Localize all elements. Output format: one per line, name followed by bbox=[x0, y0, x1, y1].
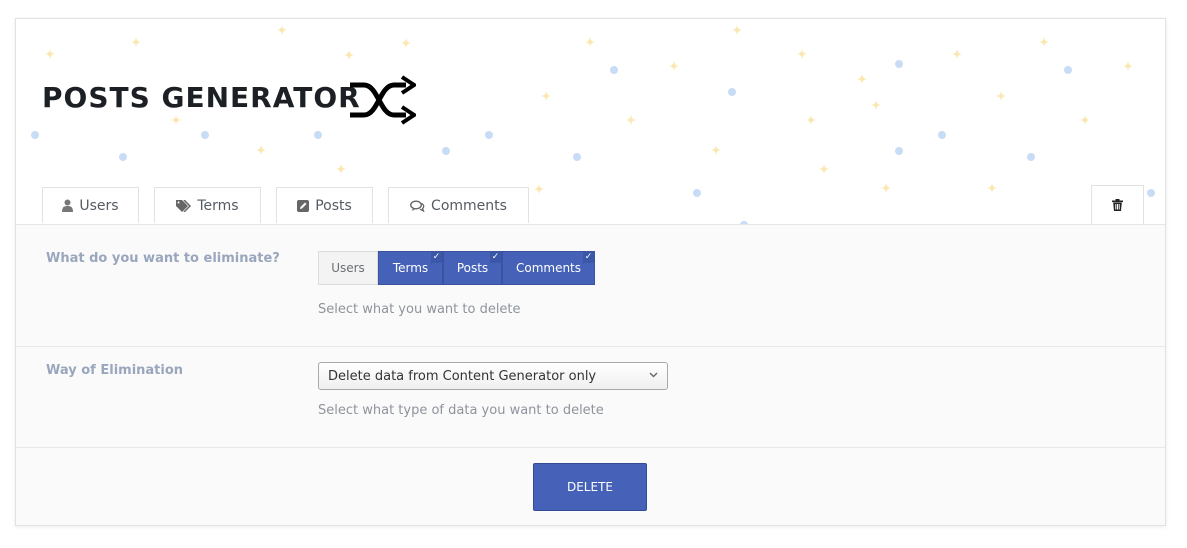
sparkle-decoration bbox=[400, 37, 412, 49]
sparkle-decoration bbox=[170, 114, 182, 126]
way-row: Way of Elimination Delete data from Cont… bbox=[16, 347, 1165, 448]
chevron-down-icon bbox=[649, 372, 658, 378]
tab-comments-label: Comments bbox=[431, 197, 507, 214]
sparkle-decoration bbox=[995, 90, 1007, 102]
check-icon: ✓ bbox=[490, 252, 501, 263]
trash-icon bbox=[1112, 199, 1123, 211]
dot-decoration bbox=[119, 153, 127, 161]
delete-button[interactable]: DELETE bbox=[533, 463, 647, 511]
dot-decoration bbox=[895, 60, 903, 68]
check-icon: ✓ bbox=[431, 252, 442, 263]
sparkle-decoration bbox=[276, 24, 288, 36]
shuffle-icon bbox=[350, 75, 416, 125]
option-comments-label: Comments bbox=[515, 261, 582, 275]
option-terms-label: Terms bbox=[392, 261, 429, 275]
tab-bar: Users Terms Posts Comments bbox=[16, 185, 1165, 225]
tab-terms-label: Terms bbox=[197, 197, 239, 214]
main-card: POSTS GENERATOR Users Terms Posts Commen… bbox=[15, 18, 1166, 526]
option-comments[interactable]: Comments ✓ bbox=[502, 251, 595, 285]
dot-decoration bbox=[573, 153, 581, 161]
tab-delete[interactable] bbox=[1091, 185, 1144, 224]
page-title: POSTS GENERATOR bbox=[42, 81, 361, 114]
sparkle-decoration bbox=[818, 163, 830, 175]
dot-decoration bbox=[314, 131, 322, 139]
delete-button-label: DELETE bbox=[566, 480, 613, 494]
sparkle-decoration bbox=[668, 60, 680, 72]
option-terms[interactable]: Terms ✓ bbox=[378, 251, 443, 285]
dot-decoration bbox=[938, 131, 946, 139]
sparkle-decoration bbox=[540, 90, 552, 102]
tags-icon bbox=[176, 199, 192, 212]
sparkle-decoration bbox=[951, 48, 963, 60]
check-icon: ✓ bbox=[583, 252, 594, 263]
option-users[interactable]: Users bbox=[318, 251, 378, 285]
option-posts-label: Posts bbox=[456, 261, 489, 275]
dot-decoration bbox=[1027, 153, 1035, 161]
sparkle-decoration bbox=[130, 36, 142, 48]
dot-decoration bbox=[895, 147, 903, 155]
sparkle-decoration bbox=[731, 24, 743, 36]
dot-decoration bbox=[442, 147, 450, 155]
sparkle-decoration bbox=[805, 114, 817, 126]
tab-posts-label: Posts bbox=[315, 197, 352, 214]
sparkle-decoration bbox=[44, 48, 56, 60]
sparkle-decoration bbox=[796, 48, 808, 60]
way-select[interactable]: Delete data from Content Generator only bbox=[318, 362, 668, 390]
sparkle-decoration bbox=[255, 144, 267, 156]
eliminate-label: What do you want to eliminate? bbox=[46, 251, 280, 266]
edit-icon bbox=[297, 199, 310, 212]
sparkle-decoration bbox=[856, 73, 868, 85]
sparkle-decoration bbox=[710, 144, 722, 156]
sparkle-decoration bbox=[1079, 114, 1091, 126]
way-select-value: Delete data from Content Generator only bbox=[328, 368, 597, 384]
eliminate-selector: Users Terms ✓ Posts ✓ Comments ✓ bbox=[318, 251, 595, 285]
sparkle-decoration bbox=[584, 36, 596, 48]
sparkle-decoration bbox=[335, 163, 347, 175]
sparkle-decoration bbox=[625, 114, 637, 126]
dot-decoration bbox=[201, 131, 209, 139]
user-icon bbox=[62, 199, 74, 212]
sparkle-decoration bbox=[1122, 60, 1134, 72]
tab-users-label: Users bbox=[79, 197, 119, 214]
dot-decoration bbox=[1064, 66, 1072, 74]
comments-icon bbox=[410, 200, 425, 212]
tab-users[interactable]: Users bbox=[42, 187, 139, 223]
sparkle-decoration bbox=[870, 99, 882, 111]
dot-decoration bbox=[610, 66, 618, 74]
tab-comments[interactable]: Comments bbox=[388, 187, 529, 223]
dot-decoration bbox=[31, 131, 39, 139]
dot-decoration bbox=[728, 88, 736, 96]
option-users-label: Users bbox=[331, 261, 365, 275]
way-hint: Select what type of data you want to del… bbox=[318, 403, 604, 418]
tab-terms[interactable]: Terms bbox=[154, 187, 261, 223]
option-posts[interactable]: Posts ✓ bbox=[443, 251, 502, 285]
eliminate-hint: Select what you want to delete bbox=[318, 302, 521, 317]
eliminate-row: What do you want to eliminate? Users Ter… bbox=[16, 225, 1165, 347]
tab-posts[interactable]: Posts bbox=[276, 187, 373, 223]
sparkle-decoration bbox=[343, 49, 355, 61]
dot-decoration bbox=[485, 131, 493, 139]
delete-panel: What do you want to eliminate? Users Ter… bbox=[16, 224, 1165, 525]
way-label: Way of Elimination bbox=[46, 363, 184, 378]
sparkle-decoration bbox=[1038, 36, 1050, 48]
